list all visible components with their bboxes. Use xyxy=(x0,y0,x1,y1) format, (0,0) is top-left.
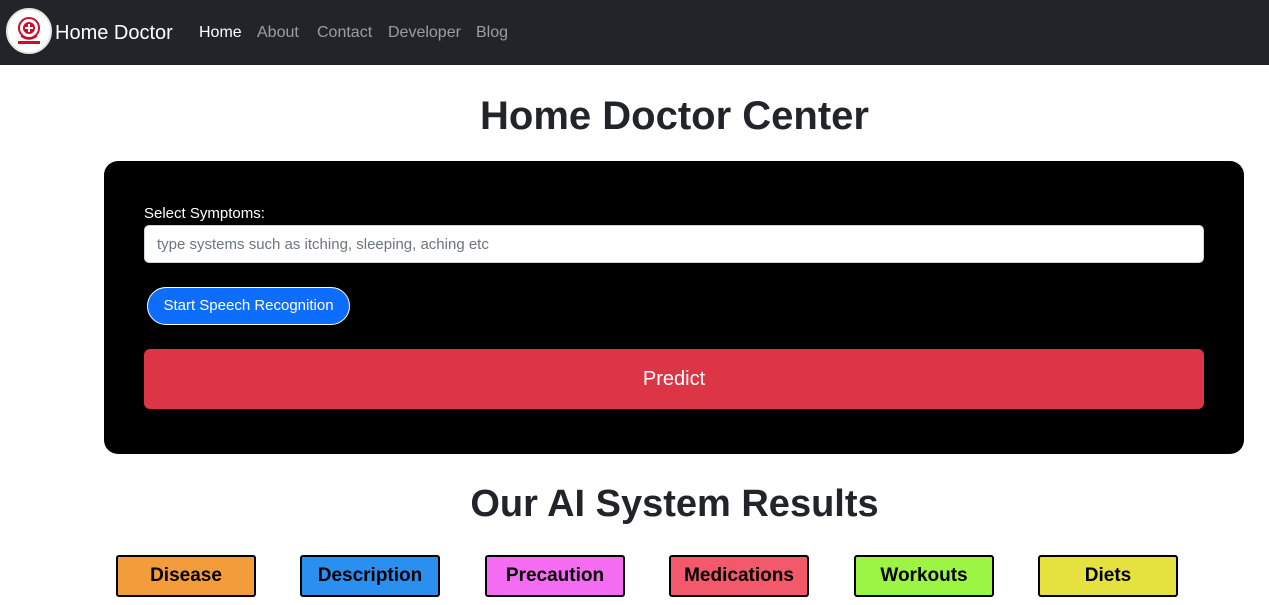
health-care-logo-icon[interactable] xyxy=(6,8,52,54)
workouts-button[interactable]: Workouts xyxy=(854,555,994,597)
brand-name[interactable]: Home Doctor xyxy=(55,21,173,45)
symptoms-label: Select Symptoms: xyxy=(144,205,265,222)
medications-button[interactable]: Medications xyxy=(669,555,809,597)
nav-link-about[interactable]: About xyxy=(257,23,299,43)
navbar: Home Doctor Home About Contact Developer… xyxy=(0,0,1269,65)
nav-link-home[interactable]: Home xyxy=(199,23,242,43)
nav-link-developer[interactable]: Developer xyxy=(388,23,461,43)
nav-link-contact[interactable]: Contact xyxy=(317,23,372,43)
description-button[interactable]: Description xyxy=(300,555,440,597)
symptoms-input[interactable] xyxy=(144,225,1204,263)
precaution-button[interactable]: Precaution xyxy=(485,555,625,597)
diets-button[interactable]: Diets xyxy=(1038,555,1178,597)
disease-button[interactable]: Disease xyxy=(116,555,256,597)
speech-recognition-button[interactable]: Start Speech Recognition xyxy=(147,287,350,325)
page-title: Home Doctor Center xyxy=(480,94,869,138)
results-title: Our AI System Results xyxy=(470,483,879,525)
predict-button[interactable]: Predict xyxy=(144,349,1204,409)
nav-link-blog[interactable]: Blog xyxy=(476,23,508,43)
health-care-logo-graphic xyxy=(18,17,40,44)
